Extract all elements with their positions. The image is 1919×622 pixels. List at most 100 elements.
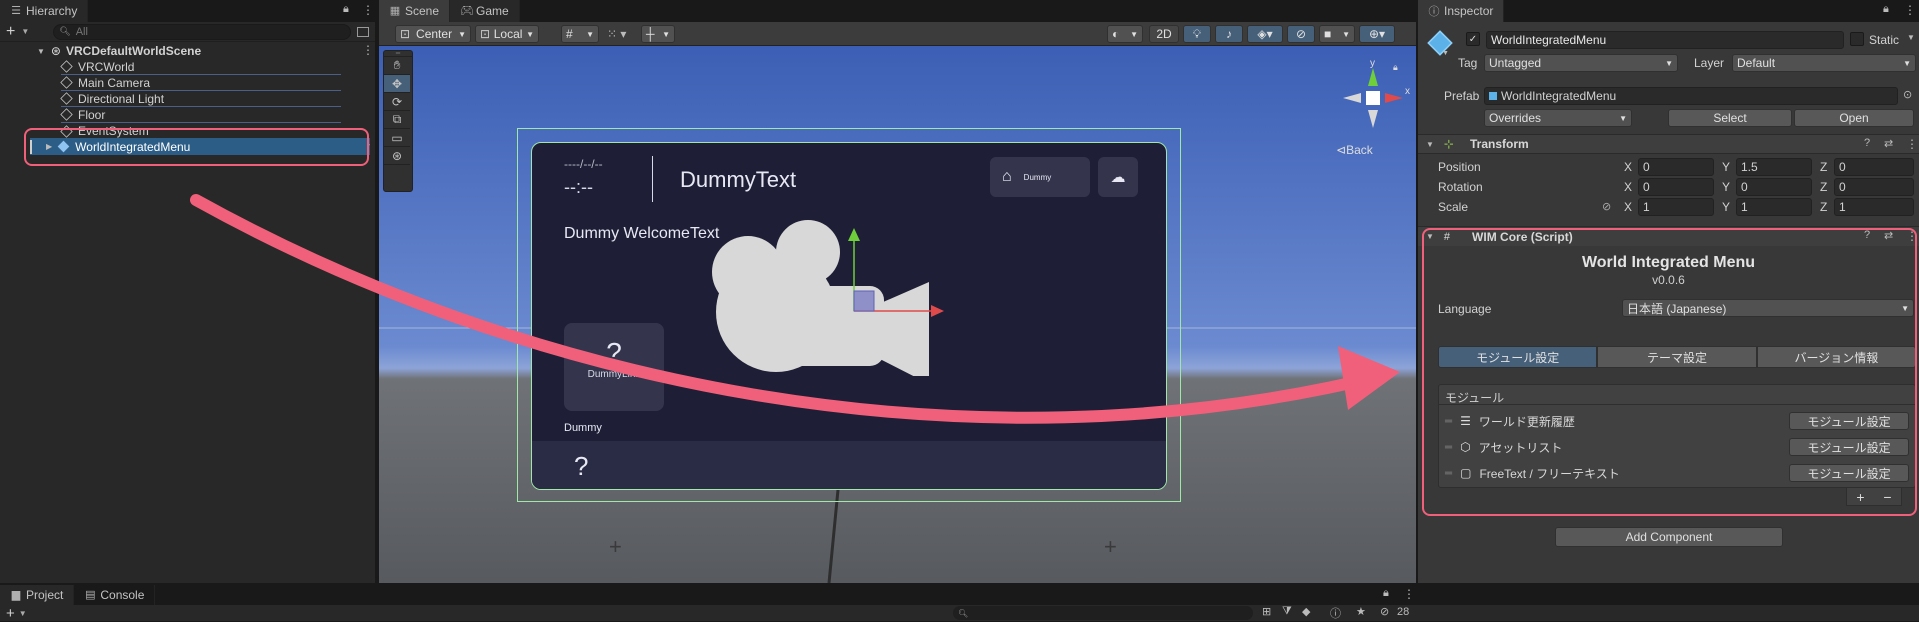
kebab-menu-icon[interactable]: ⋮: [362, 3, 374, 17]
position-z-field[interactable]: 0: [1834, 158, 1914, 176]
hidden-eye-icon[interactable]: ⊘: [1380, 605, 1389, 618]
gizmo-neg-x-arrow[interactable]: [1343, 93, 1361, 103]
chevron-down-icon[interactable]: ▼: [1426, 140, 1434, 149]
hand-tool-icon[interactable]: ✋︎: [384, 57, 410, 75]
hierarchy-item[interactable]: Floor: [60, 107, 341, 123]
add-component-button[interactable]: Add Component: [1555, 527, 1783, 547]
dropdown-arrow-icon[interactable]: ▼: [21, 27, 29, 36]
add-icon[interactable]: +: [6, 23, 15, 41]
lock-icon[interactable]: 🔒︎: [343, 3, 349, 16]
select-button[interactable]: Select: [1668, 109, 1792, 127]
scene-root-row[interactable]: ▼ ⊛ VRCDefaultWorldScene ⋮: [0, 43, 375, 59]
gizmo-y-arrow[interactable]: [1368, 68, 1378, 86]
lighting-toggle[interactable]: 💡︎: [1183, 25, 1211, 43]
y-handle[interactable]: [848, 228, 860, 241]
tab-project[interactable]: ▆ Project: [0, 584, 75, 605]
toggle-2d-button[interactable]: 2D: [1149, 25, 1179, 43]
back-view-label[interactable]: ⊲Back: [1336, 143, 1373, 157]
move-handles[interactable]: [834, 226, 944, 336]
scene-filter-icon[interactable]: [357, 26, 369, 37]
help-icon[interactable]: ?: [1864, 137, 1870, 149]
draw-mode-dropdown[interactable]: ◐ ▼: [1107, 25, 1143, 43]
rotate-tool-icon[interactable]: ⟳: [384, 93, 410, 111]
prefab-field[interactable]: WorldIntegratedMenu: [1484, 87, 1898, 105]
scene-grid-icon: ▦: [389, 5, 401, 17]
position-y-field[interactable]: 1.5: [1736, 158, 1812, 176]
gizmos-toggle[interactable]: ⊕▾: [1359, 25, 1395, 43]
menu-divider: [652, 156, 653, 202]
gizmo-neg-y-arrow[interactable]: [1368, 110, 1378, 128]
tag-dropdown[interactable]: Untagged ▼: [1484, 54, 1678, 72]
scale-y-field[interactable]: 1: [1736, 198, 1812, 216]
preset-icon[interactable]: ⇄: [1884, 137, 1893, 150]
menu-bottom-bar[interactable]: ?: [532, 441, 1166, 489]
gizmo-center-cube[interactable]: [1366, 91, 1380, 105]
space-dropdown[interactable]: ⊡ Local ▼: [475, 25, 539, 43]
project-search-input[interactable]: 🔍︎: [953, 606, 1253, 620]
object-picker-icon[interactable]: ⊙: [1903, 88, 1912, 101]
audio-icon: ♪: [1226, 27, 1232, 41]
transform-tool-icon[interactable]: ⊛: [384, 147, 410, 165]
hierarchy-tab[interactable]: ☰ Hierarchy: [0, 0, 89, 22]
move-tool-icon[interactable]: ✥: [384, 75, 410, 93]
orientation-gizmo[interactable]: y x: [1333, 58, 1413, 138]
tab-console[interactable]: ▤ Console: [74, 584, 156, 605]
snap-settings-dropdown[interactable]: ┼ ▼: [641, 25, 675, 43]
search-by-type-icon[interactable]: ⊞: [1262, 605, 1271, 618]
tab-game[interactable]: 🎮︎ Game: [450, 0, 520, 22]
scene-viewport[interactable]: + + ═ ✋︎ ✥ ⟳ ⧉ ▭ ⊛ y x 🔒︎ ⊲Back ----/--/…: [379, 46, 1416, 583]
search-input[interactable]: 🔍︎ All: [53, 23, 352, 40]
pivot-dropdown[interactable]: ⊡ Center ▼: [395, 25, 471, 43]
rotation-x-field[interactable]: 0: [1638, 178, 1714, 196]
gameobject-icon: [60, 60, 73, 73]
menu-cloud-button[interactable]: ☁︎: [1098, 157, 1138, 197]
menu-home-button[interactable]: ⌂ Dummy: [990, 157, 1090, 197]
rotation-y-field[interactable]: 0: [1736, 178, 1812, 196]
filter-icon[interactable]: ⧩: [1282, 605, 1292, 618]
rotation-z-field[interactable]: 0: [1834, 178, 1914, 196]
effects-toggle[interactable]: ◈▾: [1247, 25, 1283, 43]
hierarchy-item[interactable]: VRCWorld: [60, 59, 341, 75]
menu-link-card[interactable]: ? DummyLink: [564, 323, 664, 411]
hierarchy-item[interactable]: Main Camera: [60, 75, 341, 91]
info-filter-icon[interactable]: ⓘ: [1330, 605, 1341, 621]
gizmo-lock-icon[interactable]: 🔒︎: [1393, 62, 1398, 73]
kebab-menu-icon[interactable]: ⋮: [1403, 587, 1415, 601]
tab-scene[interactable]: ▦ Scene: [379, 0, 451, 22]
star-icon[interactable]: ★: [1356, 605, 1366, 618]
lock-icon[interactable]: 🔒︎: [1383, 587, 1389, 600]
audio-toggle[interactable]: ♪: [1215, 25, 1243, 43]
static-checkbox[interactable]: [1850, 32, 1864, 46]
kebab-menu-icon[interactable]: ⋮: [1906, 137, 1918, 151]
chevron-down-icon[interactable]: ▼: [1442, 50, 1449, 57]
xy-plane-handle[interactable]: [853, 290, 875, 312]
camera-dropdown[interactable]: ■ ▼: [1319, 25, 1355, 43]
scale-tool-icon[interactable]: ⧉: [384, 111, 410, 129]
increment-snap-icon[interactable]: ⁙ ▾: [607, 27, 626, 41]
kebab-menu-icon[interactable]: ⋮: [1904, 3, 1916, 17]
x-handle[interactable]: [931, 305, 944, 317]
active-checkbox[interactable]: ✓: [1466, 32, 1480, 46]
scale-z-field[interactable]: 1: [1834, 198, 1914, 216]
scale-x-field[interactable]: 1: [1638, 198, 1714, 216]
static-dropdown-icon[interactable]: ▼: [1907, 33, 1915, 42]
lock-icon[interactable]: 🔒︎: [1883, 3, 1889, 16]
layer-dropdown[interactable]: Default ▼: [1732, 54, 1916, 72]
dropdown-arrow-icon[interactable]: ▼: [19, 609, 27, 618]
transform-header[interactable]: ▼ ⊹ Transform ? ⇄ ⋮: [1418, 134, 1919, 154]
grid-snap-dropdown[interactable]: # ▼: [561, 25, 599, 43]
expand-arrow-icon[interactable]: ▼: [37, 47, 45, 56]
rect-tool-icon[interactable]: ▭: [384, 129, 410, 147]
overrides-dropdown[interactable]: Overrides ▼: [1484, 109, 1632, 127]
scene-kebab-icon[interactable]: ⋮: [362, 43, 374, 57]
hierarchy-item[interactable]: Directional Light: [60, 91, 341, 107]
position-x-field[interactable]: 0: [1638, 158, 1714, 176]
gizmo-x-arrow[interactable]: [1385, 93, 1403, 103]
object-name-field[interactable]: WorldIntegratedMenu: [1486, 31, 1844, 49]
open-button[interactable]: Open: [1794, 109, 1914, 127]
link-icon[interactable]: ⊘: [1602, 200, 1611, 213]
add-icon[interactable]: +: [6, 605, 15, 622]
visibility-toggle[interactable]: ⊘: [1287, 25, 1315, 43]
inspector-tab[interactable]: ⓘ Inspector: [1418, 0, 1505, 22]
tag-filter-icon[interactable]: ◆: [1302, 605, 1310, 618]
